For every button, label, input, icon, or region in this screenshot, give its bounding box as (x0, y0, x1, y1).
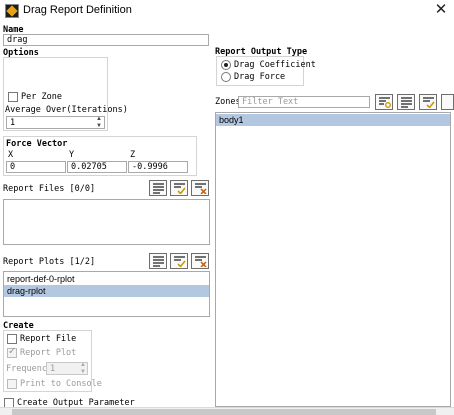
drag-coefficient-radio[interactable] (221, 60, 231, 70)
window-title: Drag Report Definition (23, 4, 132, 16)
select-all-plots-button[interactable] (149, 253, 167, 269)
report-files-list[interactable] (3, 199, 210, 245)
list-select-all-icon (153, 183, 164, 194)
average-over-label: Average Over(Iterations) (5, 105, 128, 115)
zones-filter-button[interactable] (375, 94, 393, 110)
drag-force-radio[interactable] (221, 72, 231, 82)
list-item[interactable]: body1 (216, 114, 450, 126)
title-bar: Drag Report Definition ✕ (0, 0, 454, 23)
average-over-input[interactable]: 1 (6, 116, 105, 129)
app-icon (5, 4, 19, 18)
list-deselect-icon (195, 183, 207, 194)
zones-label: Zones (215, 97, 241, 107)
close-icon[interactable]: ✕ (431, 0, 451, 20)
zones-select-all-button[interactable] (397, 94, 415, 110)
print-to-console-label: Print to Console (20, 379, 102, 389)
list-select-all-icon (401, 97, 412, 108)
report-plots-list[interactable]: report-def-0-rplot drag-rplot (3, 271, 210, 317)
x-label: X (8, 150, 14, 160)
per-zone-label: Per Zone (21, 92, 62, 102)
select-all-files-button[interactable] (149, 180, 167, 196)
zones-deselect-button[interactable] (441, 94, 454, 110)
average-over-spinner[interactable]: ▲ ▼ (95, 116, 104, 130)
check-plots-button[interactable] (170, 253, 188, 269)
average-over-value: 1 (10, 118, 16, 128)
list-filter-icon (379, 97, 391, 108)
zones-list[interactable]: body1 (215, 112, 451, 407)
horizontal-scrollbar[interactable] (0, 407, 454, 415)
list-item[interactable]: drag-rplot (4, 285, 209, 297)
y-label: Y (69, 150, 75, 160)
report-plot-label: Report Plot (20, 348, 77, 358)
zones-check-button[interactable] (419, 94, 437, 110)
check-files-button[interactable] (170, 180, 188, 196)
deselect-files-button[interactable] (191, 180, 209, 196)
report-files-label: Report Files [0/0] (3, 184, 96, 194)
spin-up-icon[interactable]: ▲ (80, 362, 86, 368)
report-file-label: Report File (20, 334, 77, 344)
drag-coefficient-label: Drag Coefficient (234, 60, 316, 70)
z-label: Z (130, 150, 136, 160)
spin-down-icon[interactable]: ▼ (96, 123, 102, 129)
force-vector-label: Force Vector (6, 139, 68, 149)
list-deselect-icon (195, 256, 207, 267)
report-plots-label: Report Plots [1/2] (3, 257, 96, 267)
zones-filter-input[interactable]: Filter Text (238, 96, 370, 108)
list-check-icon (174, 256, 186, 267)
spin-down-icon[interactable]: ▼ (80, 369, 86, 375)
frequency-spinner[interactable]: ▲ ▼ (79, 362, 88, 376)
y-input[interactable]: 0.02705 (67, 161, 127, 173)
zones-filter-placeholder: Filter Text (242, 97, 299, 107)
deselect-plots-button[interactable] (191, 253, 209, 269)
list-select-all-icon (153, 256, 164, 267)
scrollbar-thumb[interactable] (12, 409, 436, 415)
z-input[interactable]: -0.9996 (128, 161, 188, 173)
x-input[interactable]: 0 (6, 161, 66, 173)
name-input[interactable]: drag (3, 34, 209, 46)
list-check-icon (174, 183, 186, 194)
list-check-icon (423, 97, 435, 108)
per-zone-checkbox[interactable] (8, 92, 18, 102)
print-to-console-checkbox[interactable] (7, 379, 17, 389)
spin-up-icon[interactable]: ▲ (96, 116, 102, 122)
report-file-checkbox[interactable] (7, 334, 17, 344)
list-item[interactable]: report-def-0-rplot (4, 273, 209, 285)
report-plot-checkbox[interactable] (7, 346, 17, 358)
frequency-value: 1 (50, 364, 56, 374)
drag-force-label: Drag Force (234, 72, 286, 82)
